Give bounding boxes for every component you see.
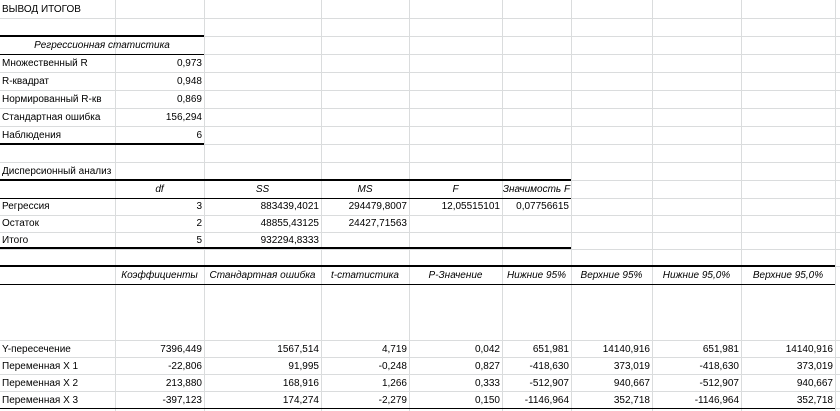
stat-value[interactable]: 0,973	[116, 55, 202, 72]
coef-value[interactable]: -418,630	[652, 358, 739, 375]
coef-header[interactable]: Верхние 95,0%	[741, 267, 835, 284]
coef-header[interactable]: Нижние 95,0%	[652, 267, 741, 284]
anova-row-label[interactable]: Регрессия	[2, 198, 114, 215]
coef-value[interactable]: 14140,916	[571, 341, 650, 358]
coef-value[interactable]: 4,719	[321, 341, 407, 358]
coef-value[interactable]: -1146,964	[502, 392, 569, 409]
stat-label[interactable]: R-квадрат	[2, 73, 114, 90]
coef-value[interactable]: 0,042	[409, 341, 500, 358]
summary-title[interactable]: ВЫВОД ИТОГОВ	[2, 1, 202, 18]
coef-value[interactable]: -512,907	[502, 375, 569, 392]
coef-value[interactable]: 373,019	[571, 358, 650, 375]
coef-value[interactable]: -22,806	[115, 358, 202, 375]
coef-value[interactable]: 373,019	[741, 358, 833, 375]
coef-value[interactable]: 91,995	[204, 358, 319, 375]
stat-label[interactable]: Множественный R	[2, 55, 114, 72]
coef-row-label[interactable]: Переменная X 1	[2, 358, 114, 375]
coef-value[interactable]: -418,630	[502, 358, 569, 375]
coef-value[interactable]: 168,916	[204, 375, 319, 392]
coef-value[interactable]: -512,907	[652, 375, 739, 392]
anova-header-df[interactable]: df	[115, 181, 204, 198]
coef-value[interactable]: 0,827	[409, 358, 500, 375]
gridline	[835, 0, 836, 411]
coef-header[interactable]: Верхние 95%	[571, 267, 652, 284]
coef-value[interactable]: 0,150	[409, 392, 500, 409]
regression-stats-header[interactable]: Регрессионная статистика	[0, 37, 204, 54]
coef-value[interactable]: -0,248	[321, 358, 407, 375]
coef-row-label[interactable]: Переменная X 3	[2, 392, 114, 409]
coef-row-label[interactable]: Y-пересечение	[2, 341, 114, 358]
anova-ms[interactable]: 294479,8007	[321, 198, 407, 215]
coef-value[interactable]: 1567,514	[204, 341, 319, 358]
coef-value[interactable]: 352,718	[571, 392, 650, 409]
coef-value[interactable]: -2,279	[321, 392, 407, 409]
coef-value[interactable]: 14140,916	[741, 341, 833, 358]
anova-title[interactable]: Дисперсионный анализ	[2, 163, 202, 180]
table-border	[0, 284, 835, 285]
coef-value[interactable]: 174,274	[204, 392, 319, 409]
anova-df[interactable]: 3	[115, 198, 202, 215]
coef-value[interactable]: 213,880	[115, 375, 202, 392]
table-border	[0, 143, 204, 145]
stat-label[interactable]: Стандартная ошибка	[2, 109, 114, 126]
anova-row-label[interactable]: Остаток	[2, 215, 114, 232]
coef-value[interactable]: 651,981	[502, 341, 569, 358]
anova-header-ms[interactable]: MS	[321, 181, 409, 198]
anova-ss[interactable]: 48855,43125	[204, 215, 319, 232]
stat-value[interactable]: 156,294	[116, 109, 202, 126]
coef-header[interactable]: P-Значение	[409, 267, 502, 284]
stat-label[interactable]: Нормированный R-кв	[2, 91, 114, 108]
anova-header-significance[interactable]: Значимость F	[502, 181, 571, 198]
coef-value[interactable]: 352,718	[741, 392, 833, 409]
anova-header-ss[interactable]: SS	[204, 181, 321, 198]
anova-df[interactable]: 2	[115, 215, 202, 232]
anova-significance[interactable]: 0,07756615	[502, 198, 569, 215]
coef-header[interactable]: Нижние 95%	[502, 267, 571, 284]
coef-row-label[interactable]: Переменная X 2	[2, 375, 114, 392]
coef-value[interactable]: 0,333	[409, 375, 500, 392]
coef-value[interactable]: -397,123	[115, 392, 202, 409]
coef-value[interactable]: 940,667	[571, 375, 650, 392]
coef-value[interactable]: 7396,449	[115, 341, 202, 358]
coef-header[interactable]: Коэффициенты	[115, 267, 204, 284]
stat-value[interactable]: 0,869	[116, 91, 202, 108]
gridline	[0, 18, 840, 19]
coef-header[interactable]: t-статистика	[321, 267, 409, 284]
coef-value[interactable]: 1,266	[321, 375, 407, 392]
anova-f[interactable]: 12,05515101	[409, 198, 500, 215]
anova-ms[interactable]: 24427,71563	[321, 215, 407, 232]
coef-header[interactable]: Стандартная ошибка	[204, 267, 321, 284]
stat-value[interactable]: 0,948	[116, 73, 202, 90]
coef-value[interactable]: 940,667	[741, 375, 833, 392]
anova-header-f[interactable]: F	[409, 181, 502, 198]
coef-value[interactable]: -1146,964	[652, 392, 739, 409]
gridline	[0, 249, 840, 250]
anova-ss[interactable]: 883439,4021	[204, 198, 319, 215]
stat-label[interactable]: Наблюдения	[2, 127, 114, 144]
stat-value[interactable]: 6	[116, 127, 202, 144]
table-border	[0, 247, 571, 249]
coef-value[interactable]: 651,981	[652, 341, 739, 358]
table-border	[0, 408, 835, 409]
